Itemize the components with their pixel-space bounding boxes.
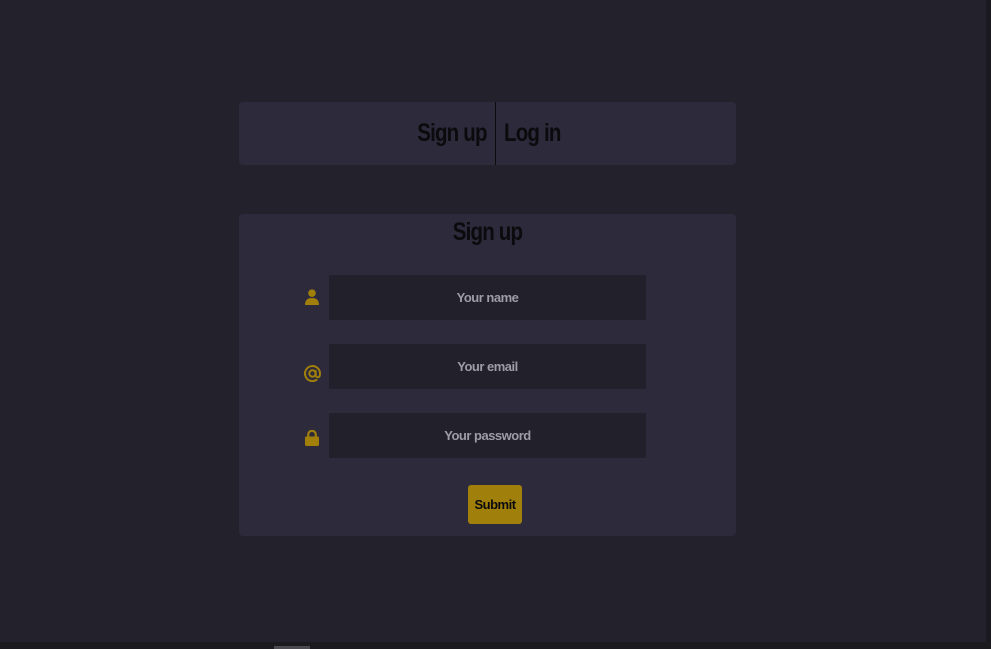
tab-log-in[interactable]: Log in <box>504 102 561 165</box>
tab-sign-up[interactable]: Sign up <box>417 102 487 165</box>
horizontal-scrollbar[interactable] <box>0 642 991 649</box>
email-input[interactable] <box>329 344 646 389</box>
signup-form: Sign up Submit <box>239 214 736 536</box>
page: Sign up Log in Sign up Submit <box>0 0 991 649</box>
user-icon <box>303 288 321 306</box>
password-input[interactable] <box>329 413 646 458</box>
tab-divider <box>494 102 496 165</box>
auth-tabs: Sign up Log in <box>239 102 736 165</box>
submit-button[interactable]: Submit <box>468 485 522 524</box>
lock-icon <box>303 429 321 447</box>
at-sign-icon <box>303 364 321 382</box>
form-title: Sign up <box>452 218 523 246</box>
name-input[interactable] <box>329 275 646 320</box>
window-edge <box>986 0 991 649</box>
